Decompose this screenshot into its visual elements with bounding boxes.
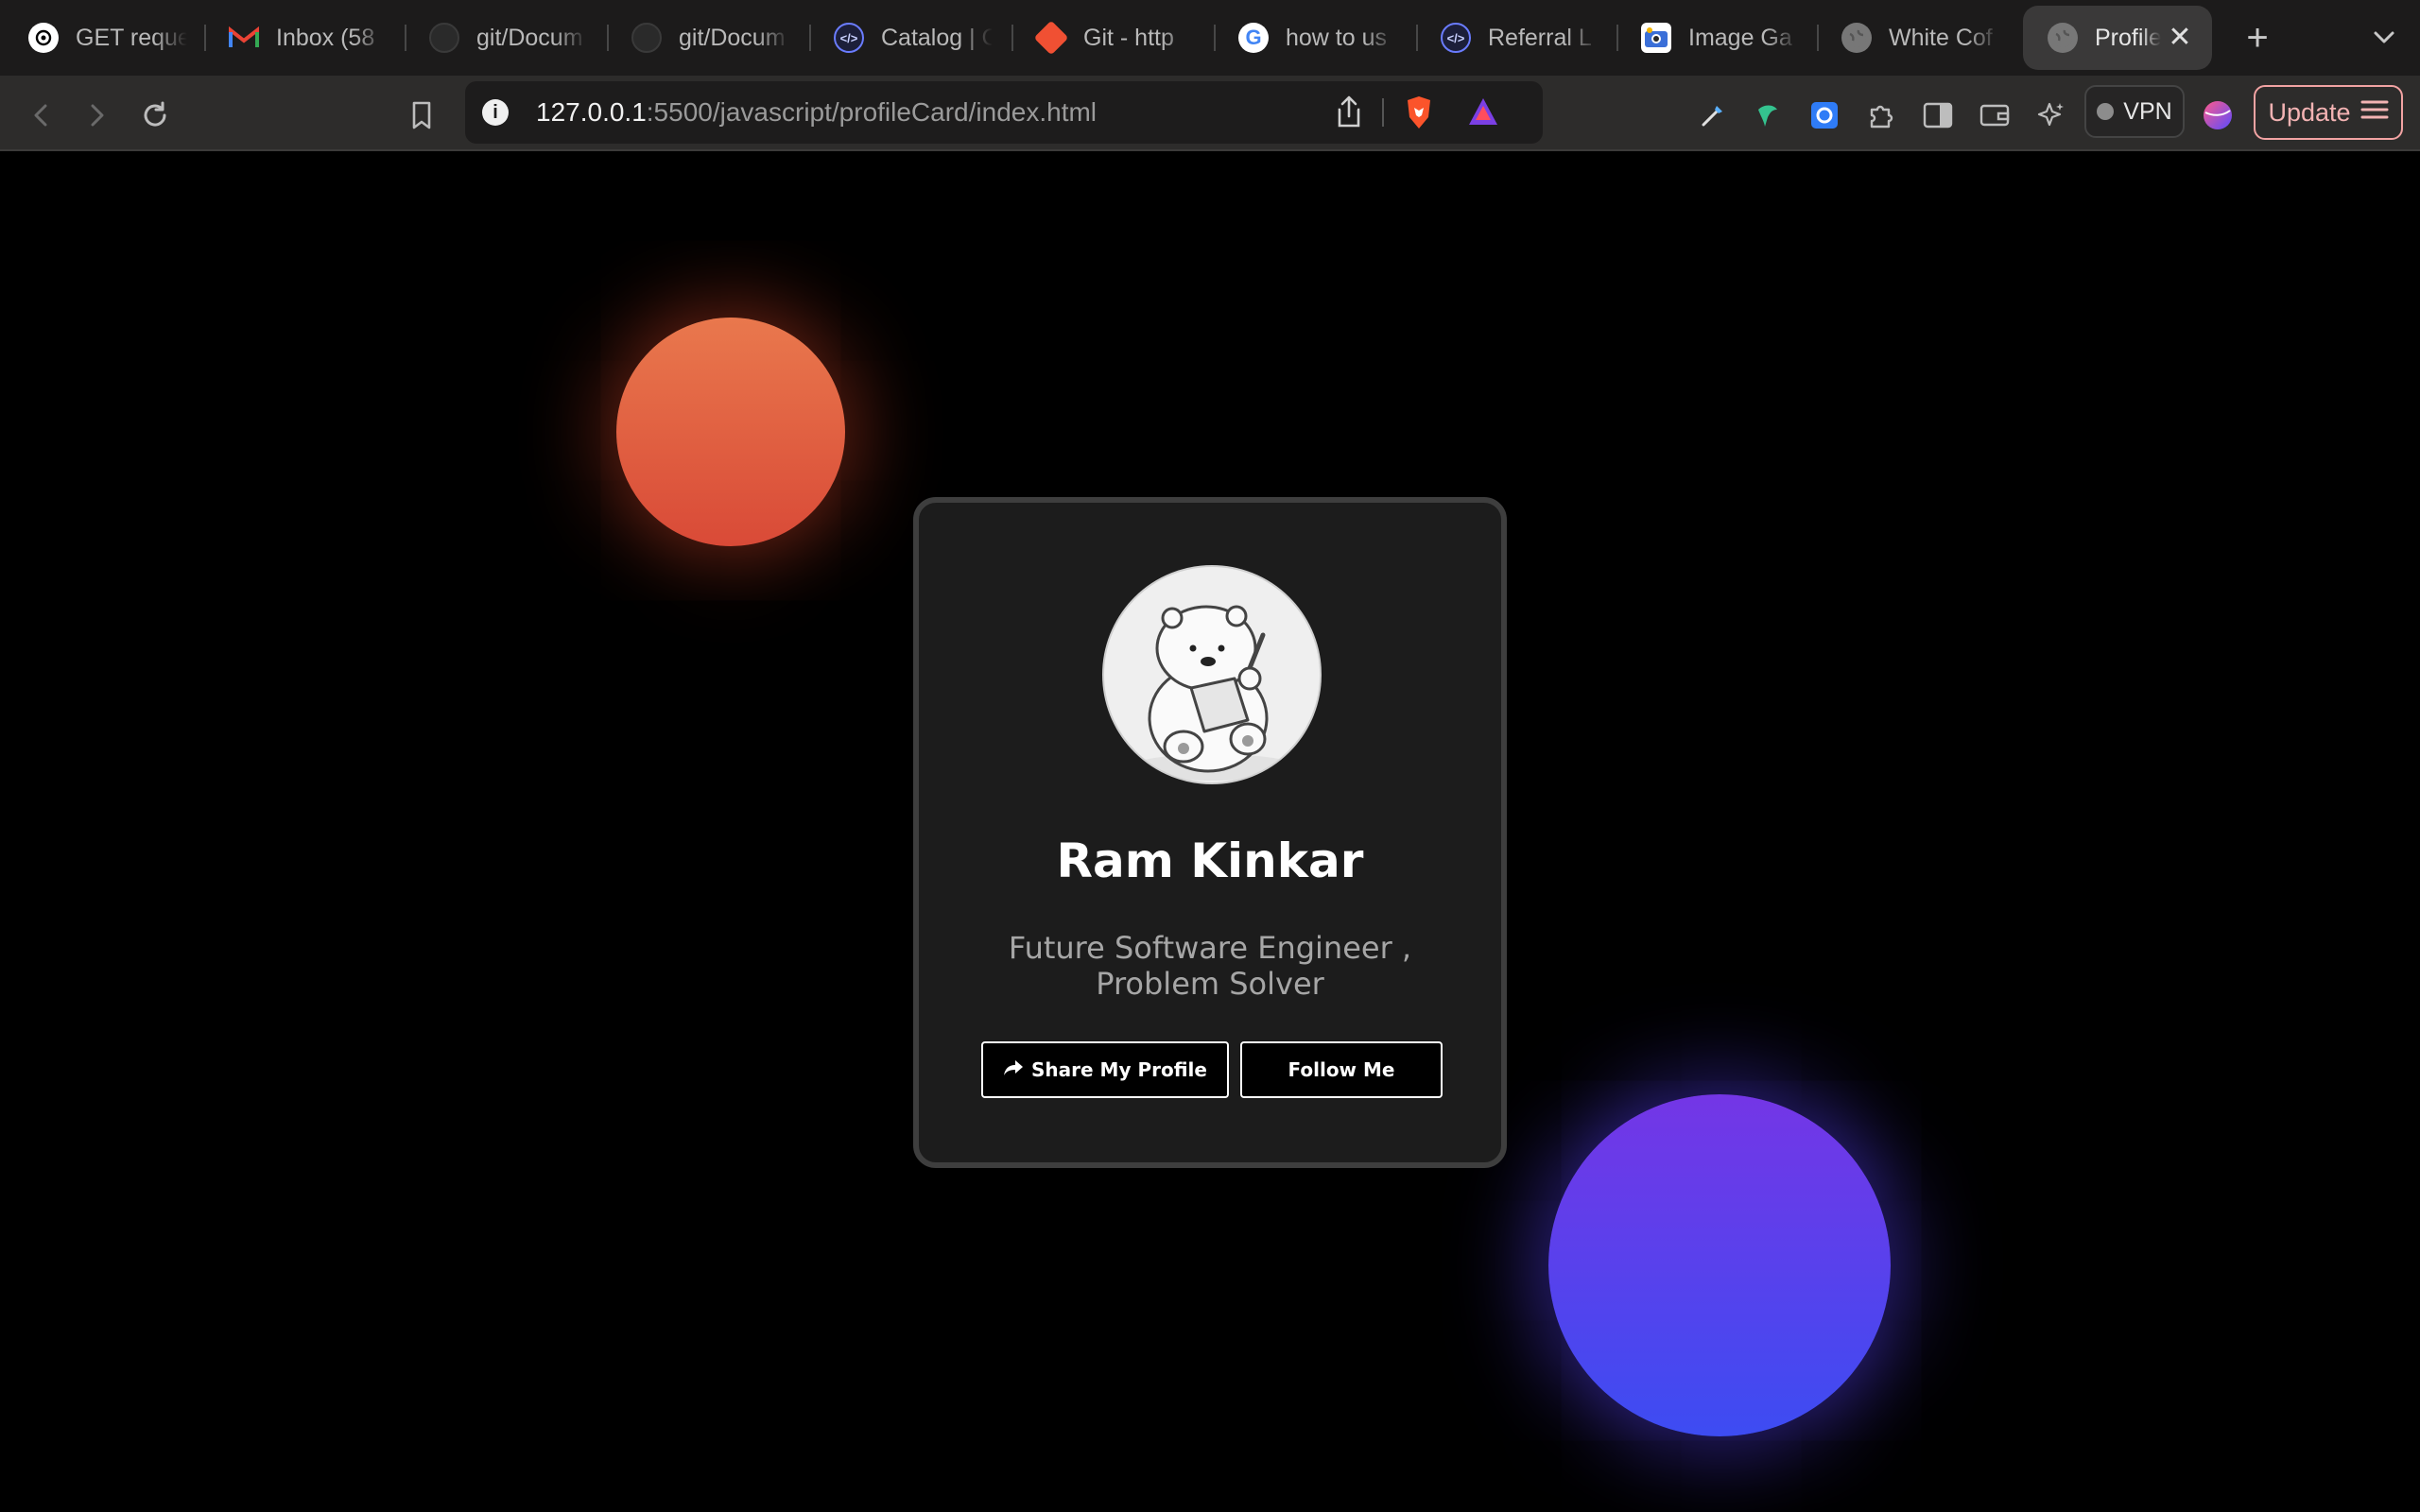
tab-white-coffee[interactable]: White Cof [1817, 6, 2017, 70]
tab-title: Inbox (58 [276, 24, 375, 51]
chevron-down-icon[interactable] [2363, 17, 2405, 59]
follow-label: Follow Me [1288, 1058, 1395, 1081]
share-icon[interactable] [1335, 94, 1363, 133]
tab-title: git/Docum [476, 24, 583, 51]
close-tab-icon[interactable]: ✕ [2165, 23, 2195, 53]
vpn-status-icon [2097, 103, 2115, 120]
globe-icon [2048, 23, 2078, 53]
extensions-puzzle-icon[interactable] [1860, 94, 1902, 136]
tab-catalog[interactable]: </> Catalog | C [809, 6, 1010, 70]
reload-icon[interactable] [134, 94, 176, 136]
leo-ai-icon[interactable] [2031, 94, 2072, 136]
page-viewport: Ram Kinkar Future Software Engineer , Pr… [0, 153, 2420, 1512]
tab-strip: GET reque Inbox (58 git/Docum git/Docum … [0, 0, 2420, 76]
wallet-icon[interactable] [1974, 94, 2015, 136]
tab-title: Image Ga [1688, 24, 1792, 51]
brave-shield-icon[interactable] [1404, 94, 1434, 135]
globe-icon [1841, 23, 1872, 53]
tab-title: Catalog | C [881, 24, 993, 51]
openai-icon [28, 23, 59, 53]
follow-button[interactable]: Follow Me [1240, 1041, 1443, 1098]
tab-google-search[interactable]: G how to us [1214, 6, 1414, 70]
share-profile-button[interactable]: Share My Profile [981, 1041, 1229, 1098]
orange-glow-orb [616, 318, 845, 546]
tab-title: git/Docum [679, 24, 786, 51]
address-bar[interactable]: i 127.0.0.1:5500/javascript/profileCard/… [465, 81, 1543, 144]
update-label: Update [2268, 97, 2351, 127]
vpn-label: VPN [2123, 97, 2172, 125]
google-icon: G [1238, 23, 1269, 53]
extension-leaf-icon[interactable] [1747, 94, 1789, 136]
github-icon [631, 23, 662, 53]
gmail-icon [229, 23, 259, 53]
brave-rewards-icon[interactable] [1467, 96, 1499, 131]
menu-icon [2360, 98, 2389, 128]
tab-title: White Cof [1889, 24, 1993, 51]
profile-avatar [1102, 565, 1322, 784]
url-text: 127.0.0.1:5500/javascript/profileCard/in… [536, 97, 1097, 128]
new-tab-icon[interactable]: + [2237, 17, 2278, 59]
url-path: :5500/javascript/profileCard/index.html [646, 97, 1098, 127]
update-button[interactable]: Update [2254, 85, 2403, 140]
site-info-icon[interactable]: i [482, 99, 509, 126]
tab-title: how to us [1286, 24, 1388, 51]
extension-blue-icon[interactable] [1804, 94, 1845, 136]
code-icon: </> [834, 23, 864, 53]
git-icon [1033, 20, 1069, 56]
tab-profile-active[interactable]: Profile ✕ [2023, 6, 2212, 70]
share-arrow-icon [1003, 1058, 1024, 1081]
blue-glow-orb [1548, 1094, 1891, 1436]
forward-icon[interactable] [76, 94, 117, 136]
tab-title: Referral L [1488, 24, 1592, 51]
profile-title: Future Software Engineer , Problem Solve… [1008, 930, 1412, 1002]
profile-card: Ram Kinkar Future Software Engineer , Pr… [913, 497, 1507, 1168]
tab-title: GET reque [76, 24, 187, 51]
github-icon [429, 23, 459, 53]
bookmark-icon[interactable] [401, 94, 442, 136]
tab-inbox[interactable]: Inbox (58 [204, 6, 405, 70]
code-icon: </> [1441, 23, 1471, 53]
back-icon[interactable] [21, 94, 62, 136]
polar-bear-illustration [1129, 605, 1299, 781]
vpn-button[interactable]: VPN [2084, 85, 2185, 138]
sidebar-toggle-icon[interactable] [1917, 94, 1959, 136]
tab-github-1[interactable]: git/Docum [405, 6, 605, 70]
profile-name: Ram Kinkar [1056, 833, 1364, 888]
tab-github-2[interactable]: git/Docum [607, 6, 807, 70]
tab-git[interactable]: Git - http [1011, 6, 1212, 70]
browser-toolbar: i 127.0.0.1:5500/javascript/profileCard/… [0, 76, 2420, 151]
profile-avatar-icon[interactable] [2197, 94, 2238, 136]
tab-get-request[interactable]: GET reque [4, 6, 204, 70]
image-gallery-icon [1641, 23, 1671, 53]
tab-title: Profile [2095, 24, 2161, 51]
color-picker-icon[interactable] [1692, 94, 1734, 136]
tab-image-gallery[interactable]: Image Ga [1616, 6, 1817, 70]
tab-title: Git - http [1083, 24, 1174, 51]
tab-referral[interactable]: </> Referral L [1416, 6, 1616, 70]
share-profile-label: Share My Profile [1031, 1058, 1207, 1081]
urlbar-divider [1382, 98, 1384, 127]
url-host: 127.0.0.1 [536, 97, 647, 127]
